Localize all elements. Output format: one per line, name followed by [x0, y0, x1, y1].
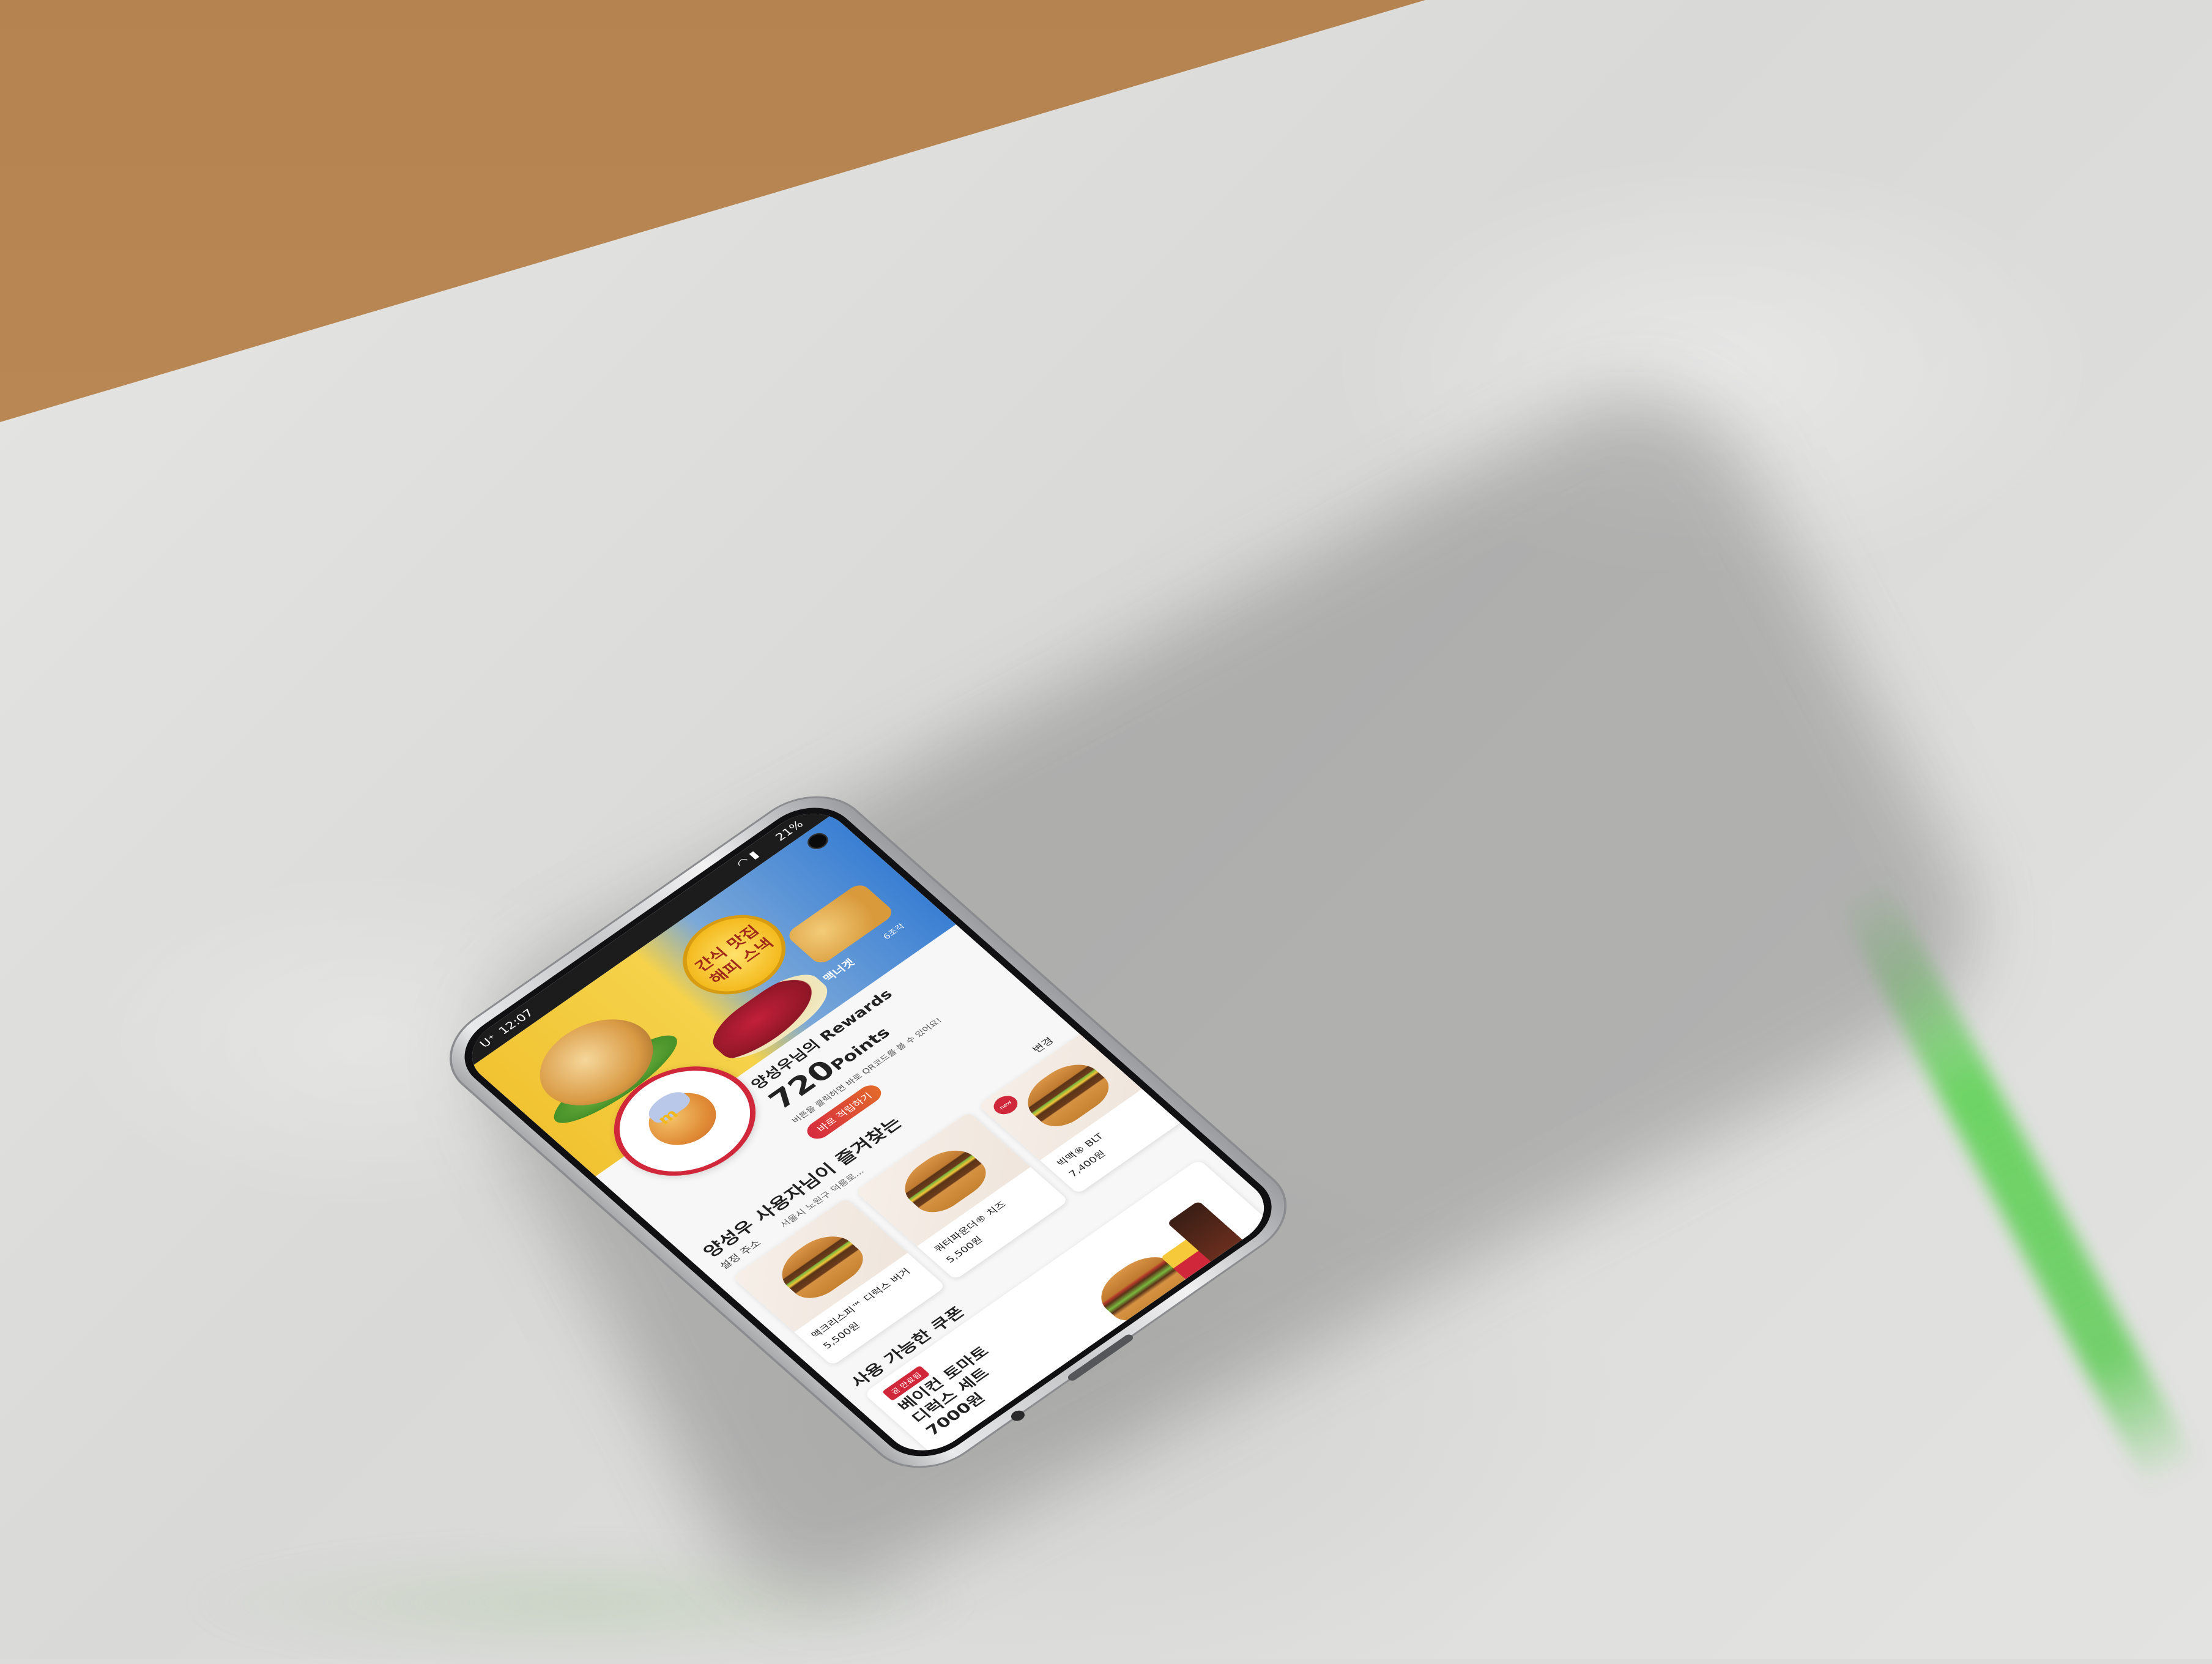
nugget-sublabel: 6조각: [881, 922, 907, 942]
carrier-label: U⁺: [477, 1032, 500, 1050]
change-address-link[interactable]: 변경: [1028, 1034, 1056, 1055]
nuggets-image: [784, 882, 896, 967]
